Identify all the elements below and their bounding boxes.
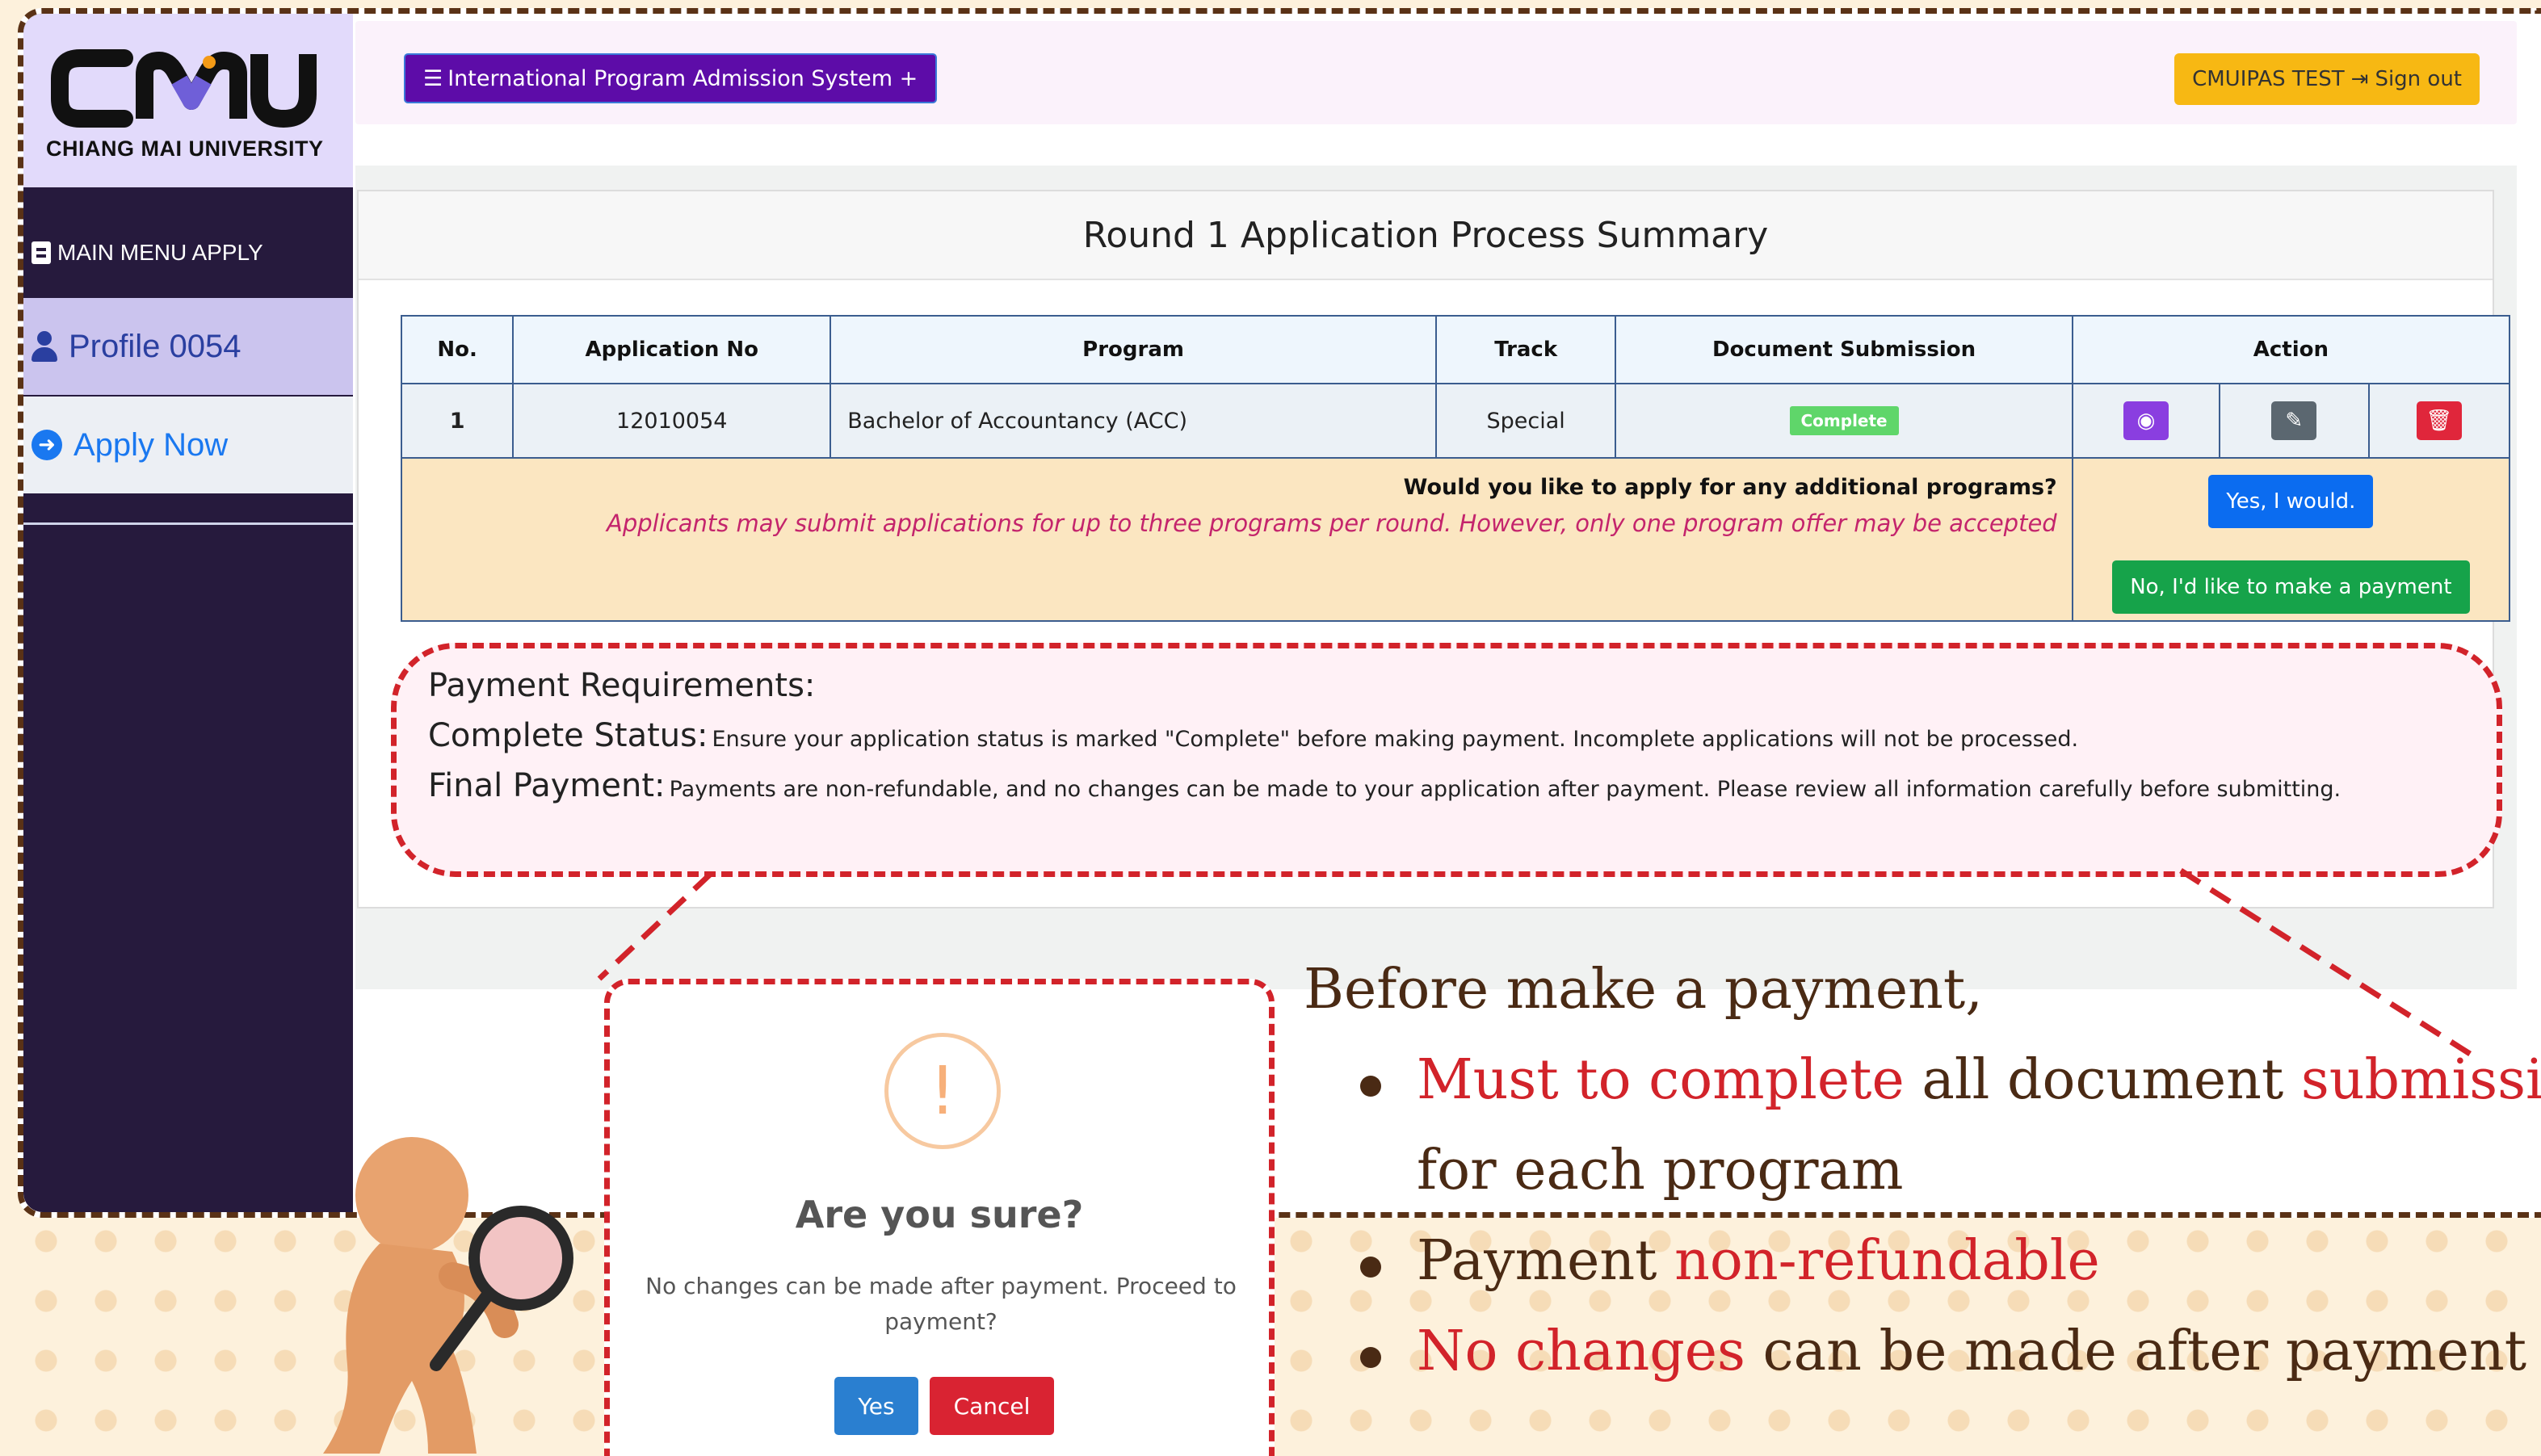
note-text: all document	[1904, 1048, 2301, 1112]
cancel-button[interactable]: Cancel	[930, 1377, 1054, 1435]
note-text: Payment	[1417, 1229, 1675, 1293]
dialog-message: No changes can be made after payment. Pr…	[645, 1273, 1237, 1335]
note-item: Must to complete all document submission	[1360, 1048, 2541, 1112]
confirm-dialog: ! Are you sure? No changes can be made a…	[604, 979, 1275, 1456]
note-item-continued: for each program	[1417, 1139, 1904, 1202]
note-emphasis: Must to complete	[1417, 1048, 1905, 1112]
note-emphasis: No changes	[1417, 1320, 1745, 1383]
note-emphasis: non-refundable	[1674, 1229, 2100, 1293]
magnifier-figure-illustration	[323, 1137, 573, 1454]
note-emphasis: submission	[2300, 1048, 2541, 1112]
dialog-title: Are you sure?	[795, 1193, 1084, 1236]
notes-heading: Before make a payment,	[1304, 958, 1983, 1022]
note-text: can be made after payment	[1745, 1320, 2527, 1383]
note-item: Payment non-refundable	[1360, 1229, 2100, 1293]
note-item: No changes can be made after payment	[1359, 1320, 2527, 1383]
confirm-yes-button[interactable]: Yes	[834, 1377, 918, 1435]
warning-icon: !	[884, 1033, 1001, 1149]
